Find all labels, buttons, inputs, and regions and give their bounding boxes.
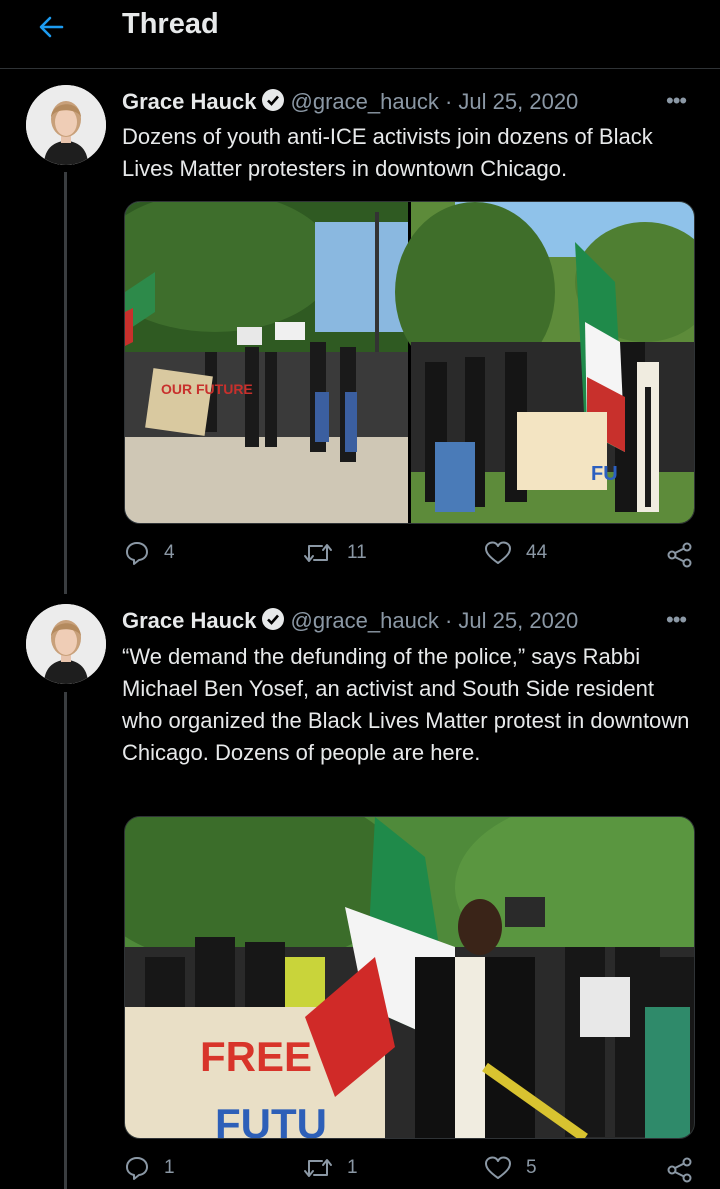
verified-badge-icon bbox=[261, 89, 284, 111]
tweet-actions: 1 1 5 bbox=[0, 1155, 720, 1185]
like-count: 44 bbox=[526, 542, 548, 563]
author-handle[interactable]: @grace_hauck bbox=[291, 608, 439, 633]
retweet-button[interactable]: 1 bbox=[303, 1155, 358, 1181]
tweet-date[interactable]: Jul 25, 2020 bbox=[458, 89, 578, 114]
reply-count: 1 bbox=[164, 1157, 175, 1178]
like-count: 5 bbox=[526, 1157, 537, 1178]
reply-icon bbox=[126, 1157, 148, 1180]
protest-march-photo[interactable]: OUR FUTURE bbox=[125, 202, 408, 523]
avatar[interactable] bbox=[26, 85, 106, 165]
retweet-button[interactable]: 11 bbox=[303, 540, 367, 566]
author-name[interactable]: Grace Hauck bbox=[122, 89, 257, 114]
thread-header: Thread bbox=[0, 0, 720, 69]
media-single[interactable]: FREE FUTU bbox=[124, 816, 695, 1139]
sign-text: OUR FUTURE bbox=[161, 381, 253, 397]
banner-text: FUTU bbox=[215, 1100, 327, 1138]
tweet-text: “We demand the defunding of the police,”… bbox=[122, 644, 690, 765]
sign-text: FU bbox=[591, 463, 618, 485]
share-icon[interactable] bbox=[666, 1157, 694, 1183]
retweet-icon bbox=[304, 1159, 332, 1177]
like-button[interactable]: 5 bbox=[484, 1155, 537, 1181]
separator: · bbox=[444, 89, 453, 114]
heart-icon bbox=[485, 1156, 511, 1179]
retweet-icon bbox=[304, 544, 332, 562]
like-button[interactable]: 44 bbox=[484, 540, 547, 566]
reply-button[interactable]: 4 bbox=[124, 540, 175, 566]
arrow-left-icon[interactable] bbox=[36, 12, 66, 42]
page-title: Thread bbox=[122, 8, 219, 40]
tweet-header: Grace Hauck @grace_hauck · Jul 25, 2020 bbox=[122, 88, 578, 115]
author-handle[interactable]: @grace_hauck bbox=[291, 89, 439, 114]
avatar[interactable] bbox=[26, 604, 106, 684]
verified-badge-icon bbox=[261, 608, 284, 630]
more-options-icon[interactable]: ••• bbox=[666, 88, 687, 114]
tweet-header: Grace Hauck @grace_hauck · Jul 25, 2020 bbox=[122, 607, 578, 634]
separator: · bbox=[444, 608, 453, 633]
tweet-actions: 4 11 44 bbox=[0, 540, 720, 570]
share-icon[interactable] bbox=[666, 542, 694, 568]
reply-button[interactable]: 1 bbox=[124, 1155, 175, 1181]
more-options-icon[interactable]: ••• bbox=[666, 607, 687, 633]
media-grid[interactable]: OUR FUTURE FU bbox=[124, 201, 695, 524]
tweet-text: Dozens of youth anti-ICE activists join … bbox=[122, 124, 653, 181]
thread-line bbox=[64, 172, 67, 594]
tweet-date[interactable]: Jul 25, 2020 bbox=[458, 608, 578, 633]
heart-icon bbox=[485, 541, 511, 564]
rabbi-speaking-photo[interactable]: FREE FUTU bbox=[125, 817, 694, 1138]
reply-count: 4 bbox=[164, 542, 175, 563]
reply-icon bbox=[126, 542, 148, 565]
author-name[interactable]: Grace Hauck bbox=[122, 608, 257, 633]
thread-line bbox=[64, 692, 67, 1189]
banner-text: FREE bbox=[200, 1033, 312, 1080]
retweet-count: 11 bbox=[347, 542, 367, 563]
protest-rally-photo[interactable]: FU bbox=[395, 202, 694, 523]
retweet-count: 1 bbox=[347, 1157, 358, 1178]
